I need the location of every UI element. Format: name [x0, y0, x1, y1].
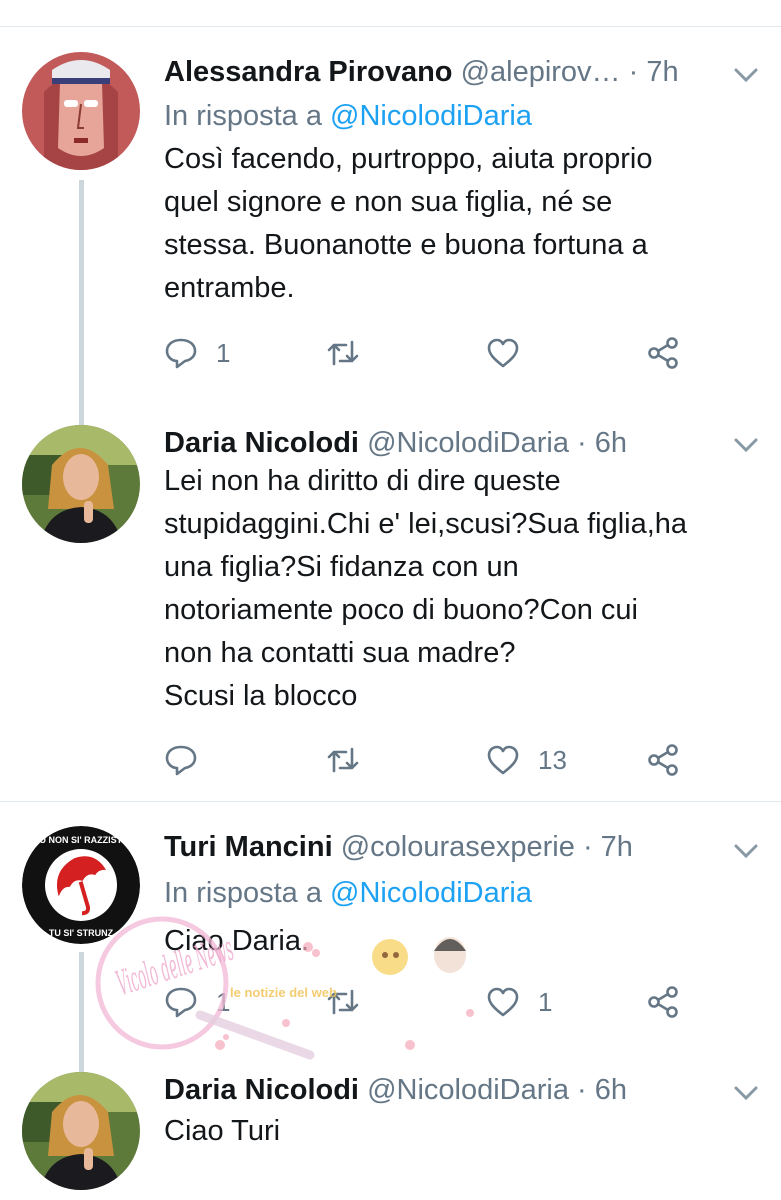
avatar-alessandra[interactable]	[22, 52, 140, 170]
chevron-down-icon[interactable]	[733, 1084, 759, 1102]
tweet-text: Ciao Turi	[164, 1110, 764, 1153]
reply-label: In risposta a	[164, 100, 322, 132]
avatar-daria[interactable]	[22, 425, 140, 543]
tweet-text: Lei non ha diritto di dire queste stupid…	[164, 460, 764, 718]
reply-mention-link[interactable]: @NicolodiDaria	[330, 877, 532, 909]
avatar-illustration-icon	[22, 52, 140, 170]
share-button[interactable]	[646, 982, 680, 1022]
like-button[interactable]	[486, 333, 520, 373]
tweet-text-line: notoriamente poco di buono?Con cui	[164, 594, 638, 626]
author-handle[interactable]: @NicolodiDaria	[367, 1074, 569, 1106]
tweet-text-line: quel signore e non sua figlia, né se	[164, 186, 613, 218]
author-name[interactable]: Daria Nicolodi	[164, 427, 359, 459]
retweet-icon	[327, 747, 359, 773]
retweet-icon	[327, 989, 359, 1015]
tweet-time[interactable]: · 6h	[577, 427, 627, 459]
reply-count: 1	[216, 337, 231, 368]
like-button[interactable]: 1	[486, 982, 552, 1022]
umbrella-logo-icon: TU NON SI' RAZZISTA TU SI' STRUNZ	[22, 826, 140, 944]
tweet-text-line: Ciao Turi	[164, 1115, 281, 1147]
tweet-header: Daria Nicolodi @NicolodiDaria · 6h	[164, 425, 627, 461]
reply-button[interactable]: 1	[164, 333, 230, 373]
author-handle[interactable]: @NicolodiDaria	[367, 427, 569, 459]
avatar-caption-top: TU NON SI' RAZZISTA	[34, 835, 128, 845]
like-button[interactable]: 13	[486, 740, 567, 780]
tweet-text-line: Lei non ha diritto di dire queste	[164, 465, 561, 497]
author-handle[interactable]: @colourasexperie	[341, 831, 575, 863]
avatar-photo-icon	[22, 1072, 140, 1190]
reply-button[interactable]	[164, 740, 198, 780]
share-button[interactable]	[646, 333, 680, 373]
retweet-button[interactable]	[326, 740, 360, 780]
reply-icon	[165, 745, 197, 776]
author-name[interactable]: Turi Mancini	[164, 831, 333, 863]
tweet-text-line: Così facendo, purtroppo, aiuta proprio	[164, 143, 653, 175]
tweet-text-line: non ha contatti sua madre?	[164, 637, 516, 669]
tweet-text-line: una figlia?Si fidanza con un	[164, 551, 519, 583]
retweet-button[interactable]	[326, 333, 360, 373]
heart-icon	[487, 338, 519, 368]
retweet-icon	[327, 340, 359, 366]
author-name[interactable]: Alessandra Pirovano	[164, 56, 453, 88]
top-divider	[0, 0, 781, 27]
tweet-text-line: stupidaggini.Chi e' lei,scusi?Sua figlia…	[164, 508, 688, 540]
retweet-button[interactable]	[326, 982, 360, 1022]
reply-icon	[165, 338, 197, 369]
avatar-photo-icon	[22, 425, 140, 543]
tweet-text: Ciao Daria.	[164, 920, 764, 963]
tweet-time[interactable]: · 7h	[629, 56, 679, 88]
share-icon	[648, 986, 678, 1018]
share-icon	[648, 744, 678, 776]
avatar-turi[interactable]: TU NON SI' RAZZISTA TU SI' STRUNZ	[22, 826, 140, 944]
reply-label: In risposta a	[164, 877, 322, 909]
tweet-actions: 1 1	[164, 982, 724, 1022]
heart-icon	[487, 987, 519, 1017]
reply-button[interactable]: 1	[164, 982, 230, 1022]
tweet-divider	[0, 801, 781, 802]
tweet-text-line: Scusi la blocco	[164, 680, 358, 712]
share-icon	[648, 337, 678, 369]
thread-connector	[79, 180, 84, 442]
tweet-header: Daria Nicolodi @NicolodiDaria · 6h	[164, 1072, 627, 1108]
avatar-caption-bottom: TU SI' STRUNZ	[49, 928, 114, 938]
author-name[interactable]: Daria Nicolodi	[164, 1074, 359, 1106]
tweet-time[interactable]: · 6h	[577, 1074, 627, 1106]
share-button[interactable]	[646, 740, 680, 780]
heart-icon	[487, 745, 519, 775]
chevron-down-icon[interactable]	[733, 66, 759, 84]
avatar-daria[interactable]	[22, 1072, 140, 1190]
tweet-actions: 13	[164, 740, 724, 780]
author-handle[interactable]: @alepirov…	[461, 56, 621, 88]
tweet-text-line: entrambe.	[164, 272, 295, 304]
chevron-down-icon[interactable]	[733, 842, 759, 860]
reply-context: In risposta a @NicolodiDaria	[164, 98, 532, 134]
like-count: 13	[538, 744, 567, 775]
tweet-text-line: stessa. Buonanotte e buona fortuna a	[164, 229, 648, 261]
chevron-down-icon[interactable]	[733, 436, 759, 454]
reply-mention-link[interactable]: @NicolodiDaria	[330, 100, 532, 132]
reply-icon	[165, 987, 197, 1018]
reply-context: In risposta a @NicolodiDaria	[164, 875, 532, 911]
tweet-time[interactable]: · 7h	[583, 831, 633, 863]
tweet-text-line: Ciao Daria.	[164, 925, 310, 957]
tweet-text: Così facendo, purtroppo, aiuta proprio q…	[164, 138, 764, 310]
reply-count: 1	[216, 986, 231, 1017]
tweet-header: Alessandra Pirovano @alepirov… · 7h	[164, 54, 679, 90]
tweet-actions: 1	[164, 333, 724, 373]
like-count: 1	[538, 986, 553, 1017]
tweet-header: Turi Mancini @colourasexperie · 7h	[164, 829, 633, 865]
